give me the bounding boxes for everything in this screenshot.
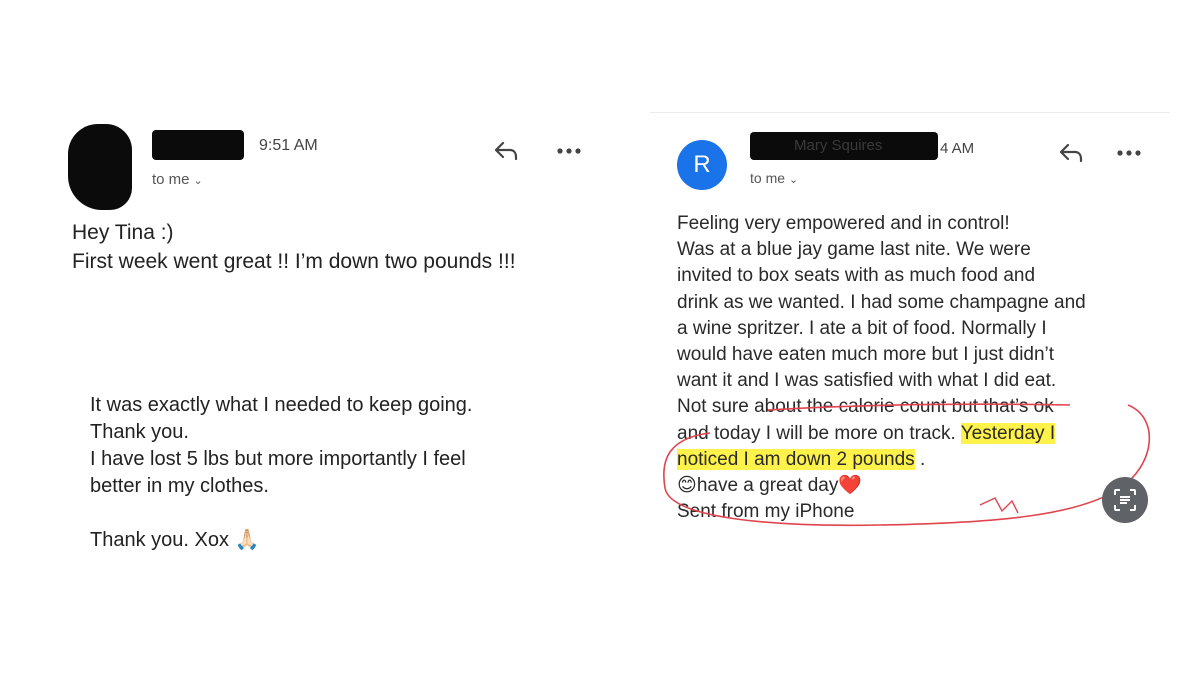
body-line: 😊have a great day❤️ [677, 473, 1086, 499]
body-line: Thank you. Xox 🙏🏻 [90, 529, 260, 551]
sender-name-redacted: Mary Squires [750, 132, 938, 160]
body-line: Was at a blue jay game last nite. We wer… [677, 239, 1031, 261]
chevron-down-icon: ⌄ [789, 174, 799, 186]
body-line [90, 500, 472, 527]
lens-icon [1114, 489, 1136, 511]
email-time: 9:51 AM [259, 137, 318, 154]
left-email: 9:51 AM to me ⌄ Hey Tina :) First week we… [0, 0, 600, 675]
body-line: a wine spritzer. I ate a bit of food. No… [677, 317, 1047, 339]
recipient-label: to me [152, 171, 190, 188]
avatar: R [677, 140, 727, 190]
redacted-avatar [68, 124, 132, 210]
highlighted-text: Yesterday I [960, 422, 1056, 444]
body-line: Hey Tina :) [72, 221, 174, 244]
sender-name-partial: Mary Squires [794, 137, 883, 154]
body-line: Feeling very empowered and in control! [677, 213, 1010, 234]
body-line: better in my clothes. [90, 475, 269, 497]
redacted-sender-name [152, 130, 244, 160]
body-line: noticed I am down 2 pounds . [677, 447, 1086, 473]
body-line: First week went great !! I’m down two po… [72, 250, 516, 273]
more-icon [1117, 150, 1141, 156]
reply-icon [494, 141, 518, 161]
reply-button[interactable] [1054, 139, 1088, 167]
body-line: invited to box seats with as much food a… [677, 265, 1036, 287]
body-line: Not sure about the calorie count but tha… [677, 396, 1054, 418]
email-body-top: Hey Tina :) First week went great !! I’m… [72, 218, 516, 276]
reply-icon [1059, 143, 1083, 163]
right-email: R Mary Squires 4 AM to me ⌄ Feeling very … [650, 112, 1170, 553]
body-text: and today I will be more on track. [677, 422, 956, 444]
body-line: and today I will be more on track. Yeste… [677, 421, 1086, 447]
recipient-label: to me [750, 170, 786, 186]
more-icon [557, 148, 581, 154]
heart-emoji: ❤️ [838, 475, 863, 497]
recipient-toggle[interactable]: to me ⌄ [152, 171, 203, 188]
body-text: have a great day [696, 475, 839, 497]
body-line: Sent from my iPhone [677, 501, 855, 523]
body-line: drink as we wanted. I had some champagne… [677, 291, 1086, 313]
body-text: . [914, 448, 926, 470]
lens-button[interactable] [1102, 477, 1148, 523]
email-body-bottom: It was exactly what I needed to keep goi… [90, 392, 472, 554]
highlighted-text: noticed I am down 2 pounds [677, 448, 915, 470]
body-line: Thank you. [90, 421, 189, 443]
body-line: would have eaten much more but I just di… [677, 344, 1055, 366]
body-line: It was exactly what I needed to keep goi… [90, 394, 473, 416]
smile-emoji: 😊 [677, 475, 697, 497]
body-line: want it and I was satisfied with what I … [677, 370, 1057, 392]
email-time: 4 AM [940, 140, 975, 157]
chevron-down-icon: ⌄ [193, 175, 203, 187]
reply-button[interactable] [489, 137, 523, 165]
more-options-button[interactable] [1112, 139, 1146, 167]
email-body: Feeling very empowered and in control! W… [677, 211, 1086, 525]
recipient-toggle[interactable]: to me ⌄ [750, 170, 798, 186]
body-line: I have lost 5 lbs but more importantly I… [90, 448, 466, 470]
more-options-button[interactable] [552, 137, 586, 165]
